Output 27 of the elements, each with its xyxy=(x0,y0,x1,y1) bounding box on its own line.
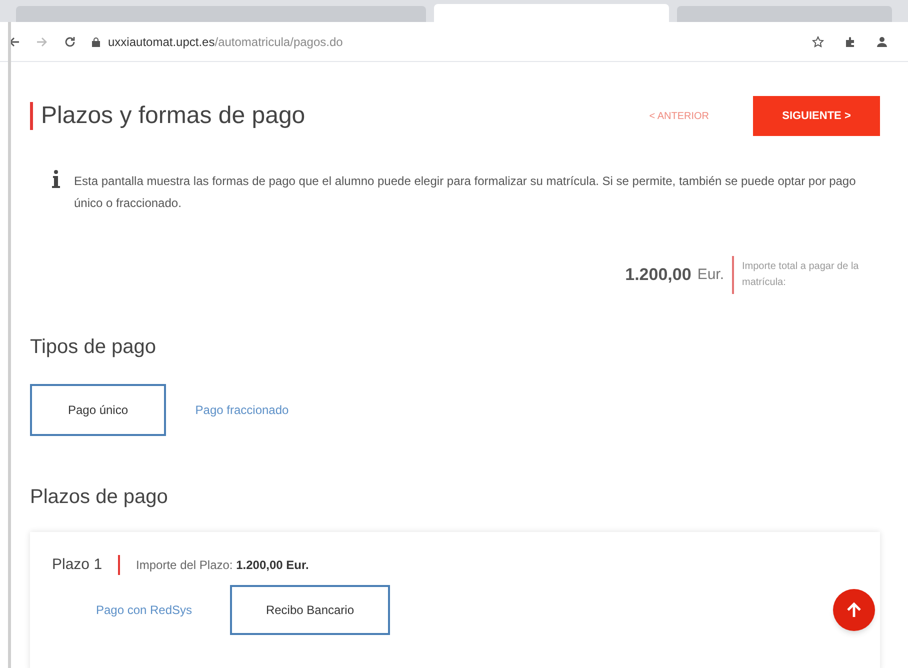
page-title: Plazos y formas de pago xyxy=(41,101,306,131)
star-icon[interactable] xyxy=(812,36,824,48)
back-icon[interactable] xyxy=(8,36,20,48)
profile-icon[interactable] xyxy=(876,36,888,48)
section-heading: Tipos de pago xyxy=(30,335,158,360)
previous-link[interactable]: < ANTERIOR xyxy=(649,108,709,124)
url-path: /automatricula/pagos.do xyxy=(214,34,343,48)
payment-tab[interactable]: Recibo Bancario xyxy=(230,584,390,634)
info-icon xyxy=(52,170,60,188)
installment-amount: Importe del Plazo: 1.200,00 Eur. xyxy=(136,557,309,574)
lock-icon xyxy=(92,36,100,46)
payment-tab[interactable]: Pago único xyxy=(30,384,166,436)
total-label: Importe total a pagar de la matrícula: xyxy=(742,260,860,290)
scroll-top-button[interactable] xyxy=(833,589,875,631)
section-heading: Plazos de pago xyxy=(30,485,169,510)
address-bar[interactable]: uxxiautomat.upct.es/automatricula/pagos.do xyxy=(92,32,343,50)
installment-name: Plazo 1 xyxy=(52,555,102,575)
next-button[interactable]: SIGUIENTE > xyxy=(753,96,880,136)
payment-tab[interactable]: Pago con RedSys xyxy=(64,584,224,634)
arrow-up-icon xyxy=(847,602,861,618)
url-text: uxxiautomat.upct.es xyxy=(108,34,215,48)
puzzle-icon[interactable] xyxy=(844,36,856,48)
total-amount: 1.200,00 xyxy=(625,264,692,286)
currency: Eur. xyxy=(697,264,724,285)
reload-icon[interactable] xyxy=(64,36,76,48)
payment-tab[interactable]: Pago fraccionado xyxy=(174,384,310,436)
info-text: Esta pantalla muestra las formas de pago que el alumno puede elegir para formalizar su matrícula. Si se permite, también se puede optar por pago único o fraccionado. xyxy=(74,173,857,212)
